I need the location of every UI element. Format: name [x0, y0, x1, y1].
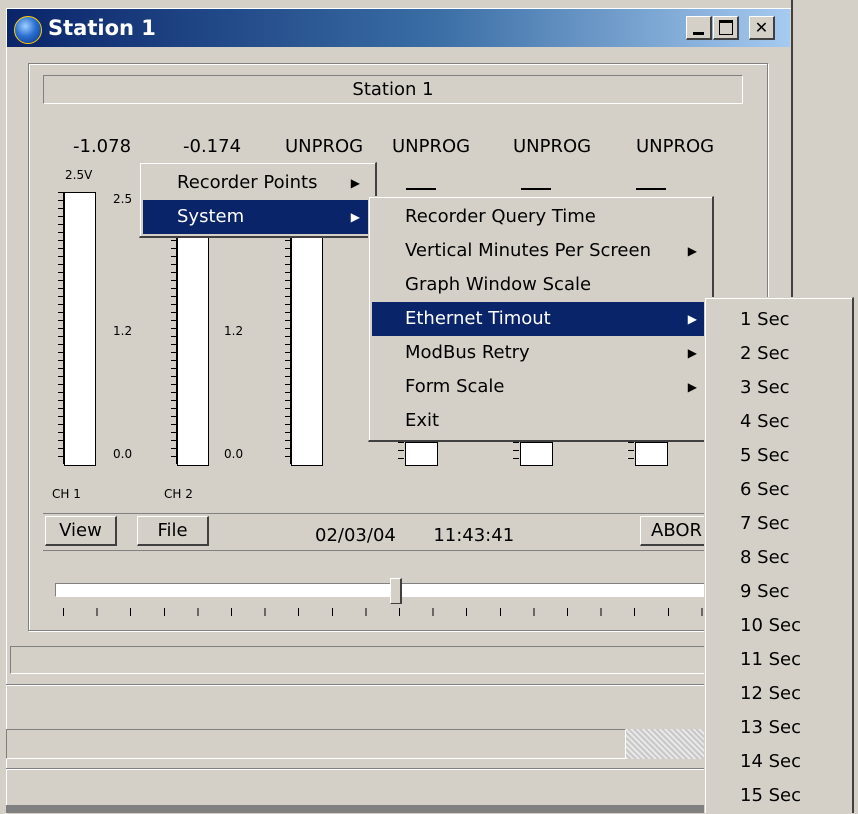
timeout-option[interactable]: 11 Sec	[708, 643, 849, 677]
window-bottom-border	[6, 805, 792, 813]
chevron-right-icon: ▶	[350, 210, 360, 224]
channel-1-value: -1.078	[73, 136, 132, 157]
file-button[interactable]: File	[137, 516, 209, 546]
chevron-right-icon: ▶	[687, 346, 697, 360]
chevron-right-icon: ▶	[687, 380, 697, 394]
timeout-option[interactable]: 5 Sec	[708, 439, 849, 473]
station-banner: Station 1	[43, 75, 743, 104]
timeout-option[interactable]: 12 Sec	[708, 677, 849, 711]
menu-item-system[interactable]: System ▶	[143, 200, 372, 234]
timeout-option[interactable]: 14 Sec	[708, 745, 849, 779]
timeout-option[interactable]: 1 Sec	[708, 303, 849, 337]
close-icon: ✕	[754, 18, 769, 37]
lower-divider-1-highlight	[6, 685, 792, 686]
channel-1-scale-max: 2.5	[113, 192, 133, 206]
timestamp: 02/03/04 11:43:41	[315, 525, 514, 546]
channel-4-value: UNPROG	[392, 136, 471, 157]
channel-1-label: CH 1	[52, 487, 81, 501]
channel-5-bar	[520, 442, 553, 466]
chevron-right-icon: ▶	[350, 176, 360, 190]
timeout-option[interactable]: 3 Sec	[708, 371, 849, 405]
timeout-option[interactable]: 2 Sec	[708, 337, 849, 371]
menu-item-exit[interactable]: Exit	[372, 404, 709, 438]
channel-5-ticks	[513, 442, 519, 464]
channel-5-value: UNPROG	[513, 136, 592, 157]
timestamp-time: 11:43:41	[433, 525, 515, 546]
chevron-right-icon: ▶	[687, 244, 697, 258]
timeout-option[interactable]: 7 Sec	[708, 507, 849, 541]
channel-4-dash	[406, 188, 436, 190]
control-row-top-line	[43, 513, 743, 514]
minimize-button[interactable]	[686, 16, 712, 40]
channel-4-ticks	[398, 442, 404, 464]
context-menu: Recorder Points ▶ System ▶	[139, 162, 377, 238]
timeout-option[interactable]: 15 Sec	[708, 779, 849, 813]
channel-3-value: UNPROG	[285, 136, 364, 157]
progress-panel	[6, 729, 626, 759]
channel-2-scale-mid: 1.2	[224, 324, 244, 338]
channel-1-scale-mid: 1.2	[113, 324, 133, 338]
channel-4-bar	[405, 442, 438, 466]
timeout-option[interactable]: 8 Sec	[708, 541, 849, 575]
channel-2-value: -0.174	[183, 136, 242, 157]
channel-6-bar	[635, 442, 668, 466]
timestamp-date: 02/03/04	[315, 525, 396, 546]
maximize-button[interactable]	[713, 16, 739, 40]
timeout-option[interactable]: 4 Sec	[708, 405, 849, 439]
channel-6-ticks	[628, 442, 634, 464]
time-slider-thumb[interactable]	[390, 578, 402, 604]
channel-1-range-label: 2.5V	[65, 168, 93, 182]
lower-divider-2-highlight	[6, 769, 792, 770]
system-submenu: Recorder Query Time Vertical Minutes Per…	[368, 196, 714, 442]
timeout-option[interactable]: 10 Sec	[708, 609, 849, 643]
app-globe-icon[interactable]	[14, 16, 42, 44]
menu-item-recorder-query-time[interactable]: Recorder Query Time	[372, 200, 709, 234]
menu-item-recorder-points[interactable]: Recorder Points ▶	[143, 166, 372, 200]
window-title: Station 1	[48, 16, 156, 40]
minimize-icon	[693, 32, 704, 35]
menu-item-form-scale[interactable]: Form Scale ▶	[372, 370, 709, 404]
maximize-icon	[719, 20, 733, 35]
channel-6-value: UNPROG	[636, 136, 715, 157]
channel-2-label: CH 2	[164, 487, 193, 501]
menu-item-graph-window-scale[interactable]: Graph Window Scale	[372, 268, 709, 302]
channel-6-dash	[636, 188, 666, 190]
status-panel	[10, 646, 782, 674]
ethernet-timeout-submenu: 1 Sec 2 Sec 3 Sec 4 Sec 5 Sec 6 Sec 7 Se…	[704, 297, 854, 813]
view-button[interactable]: View	[45, 516, 117, 546]
timeout-option[interactable]: 13 Sec	[708, 711, 849, 745]
timeout-option[interactable]: 6 Sec	[708, 473, 849, 507]
chevron-right-icon: ▶	[687, 312, 697, 326]
menu-item-vertical-minutes[interactable]: Vertical Minutes Per Screen ▶	[372, 234, 709, 268]
channel-1-bar	[64, 192, 96, 466]
control-row-bottom-line	[43, 550, 743, 551]
menu-item-modbus-retry[interactable]: ModBus Retry ▶	[372, 336, 709, 370]
time-slider-ticks	[63, 608, 713, 616]
channel-2-scale-min: 0.0	[224, 447, 244, 461]
time-slider-track[interactable]	[55, 583, 716, 597]
menu-item-ethernet-timeout[interactable]: Ethernet Timout ▶	[372, 302, 709, 336]
close-button[interactable]: ✕	[749, 16, 775, 40]
channel-1-scale-min: 0.0	[113, 447, 133, 461]
timeout-option[interactable]: 9 Sec	[708, 575, 849, 609]
channel-5-dash	[521, 188, 551, 190]
